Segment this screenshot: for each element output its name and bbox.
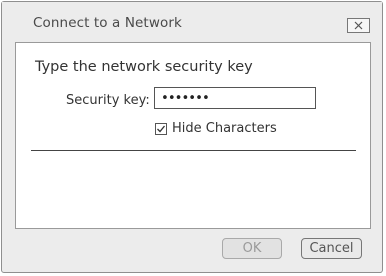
checkmark-icon [156,119,166,138]
page-heading: Type the network security key [35,59,253,75]
cancel-button[interactable]: Cancel [301,238,362,259]
window-title: Connect to a Network [33,15,182,31]
close-icon [354,21,363,30]
close-button[interactable] [347,18,370,33]
content-panel: Type the network security key Security k… [15,42,371,229]
security-key-label: Security key: [66,93,150,108]
security-key-input[interactable] [154,87,316,109]
dialog-footer: OK Cancel [2,229,382,274]
ok-button[interactable]: OK [222,238,282,259]
hide-characters-label: Hide Characters [172,121,277,136]
title-bar: Connect to a Network [2,2,382,42]
hide-characters-checkbox[interactable] [155,122,167,135]
divider [31,150,356,151]
connect-network-dialog: Connect to a Network Type the network se… [1,1,383,273]
hide-characters-option[interactable]: Hide Characters [155,121,277,136]
